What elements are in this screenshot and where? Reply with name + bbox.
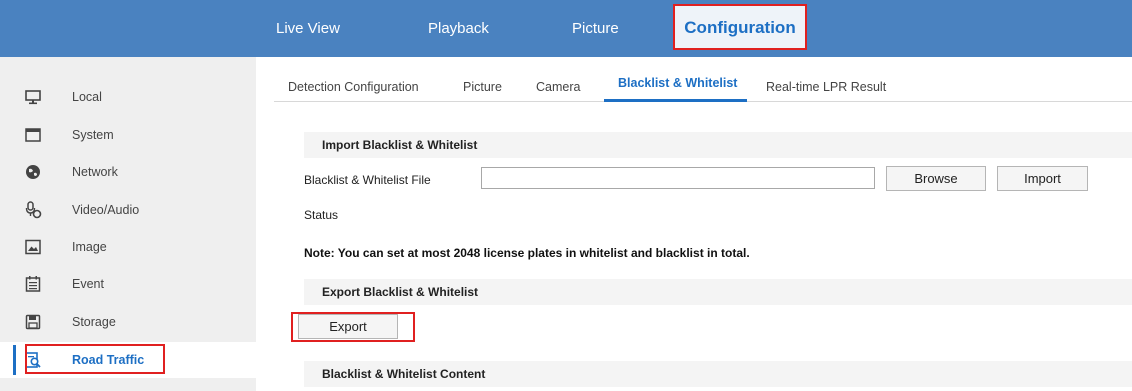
- file-label: Blacklist & Whitelist File: [304, 173, 431, 187]
- nav-playback[interactable]: Playback: [428, 0, 489, 57]
- sidebar-item-storage[interactable]: Storage: [0, 304, 256, 340]
- floppy-disk-icon: [24, 313, 42, 331]
- sidebar-item-label: Event: [72, 277, 104, 291]
- highlight-box: [291, 312, 415, 342]
- sidebar-item-label: Local: [72, 90, 102, 104]
- sidebar-item-local[interactable]: Local: [0, 79, 256, 115]
- sidebar-item-video-audio[interactable]: Video/Audio: [0, 192, 256, 228]
- sidebar-item-label: Network: [72, 165, 118, 179]
- tab-blacklist-whitelist[interactable]: Blacklist & Whitelist: [604, 76, 748, 102]
- tab-detection-configuration[interactable]: Detection Configuration: [288, 80, 419, 94]
- section-title: Blacklist & Whitelist Content: [322, 367, 486, 381]
- status-label: Status: [304, 208, 339, 222]
- nav-live-view[interactable]: Live View: [276, 0, 340, 57]
- content-section-header: Blacklist & Whitelist Content: [304, 361, 1132, 387]
- browse-button[interactable]: Browse: [886, 166, 986, 191]
- file-path-input[interactable]: [481, 167, 875, 189]
- import-button[interactable]: Import: [997, 166, 1088, 191]
- sidebar-item-label: System: [72, 128, 114, 142]
- sidebar: Local System Network Video/Audio Image E…: [0, 57, 256, 391]
- sidebar-item-label: Image: [72, 240, 107, 254]
- import-section-header: Import Blacklist & Whitelist: [304, 132, 1132, 158]
- window-icon: [24, 126, 42, 144]
- tab-realtime-lpr-result[interactable]: Real-time LPR Result: [766, 80, 886, 94]
- nav-configuration[interactable]: Configuration: [673, 4, 807, 50]
- section-title: Export Blacklist & Whitelist: [322, 285, 479, 299]
- top-nav-bar: Live View Playback Picture Configuration: [0, 0, 1132, 57]
- sidebar-item-system[interactable]: System: [0, 117, 256, 153]
- sidebar-item-image[interactable]: Image: [0, 229, 256, 265]
- nav-picture[interactable]: Picture: [572, 0, 619, 57]
- sidebar-item-label: Video/Audio: [72, 203, 140, 217]
- highlight-box: [25, 344, 165, 374]
- calendar-icon: [24, 275, 42, 293]
- section-title: Import Blacklist & Whitelist: [322, 138, 478, 152]
- monitor-icon: [24, 88, 42, 106]
- tab-picture[interactable]: Picture: [463, 80, 502, 94]
- active-indicator: [13, 345, 16, 375]
- image-icon: [24, 238, 42, 256]
- tab-camera[interactable]: Camera: [536, 80, 580, 94]
- export-section-header: Export Blacklist & Whitelist: [304, 279, 1132, 305]
- microphone-icon: [24, 201, 42, 219]
- config-tabs: Detection Configuration Picture Camera B…: [274, 70, 1132, 102]
- sidebar-item-label: Storage: [72, 315, 116, 329]
- globe-icon: [24, 163, 42, 181]
- sidebar-item-network[interactable]: Network: [0, 154, 256, 190]
- sidebar-item-event[interactable]: Event: [0, 266, 256, 302]
- note-text: Note: You can set at most 2048 license p…: [304, 246, 750, 260]
